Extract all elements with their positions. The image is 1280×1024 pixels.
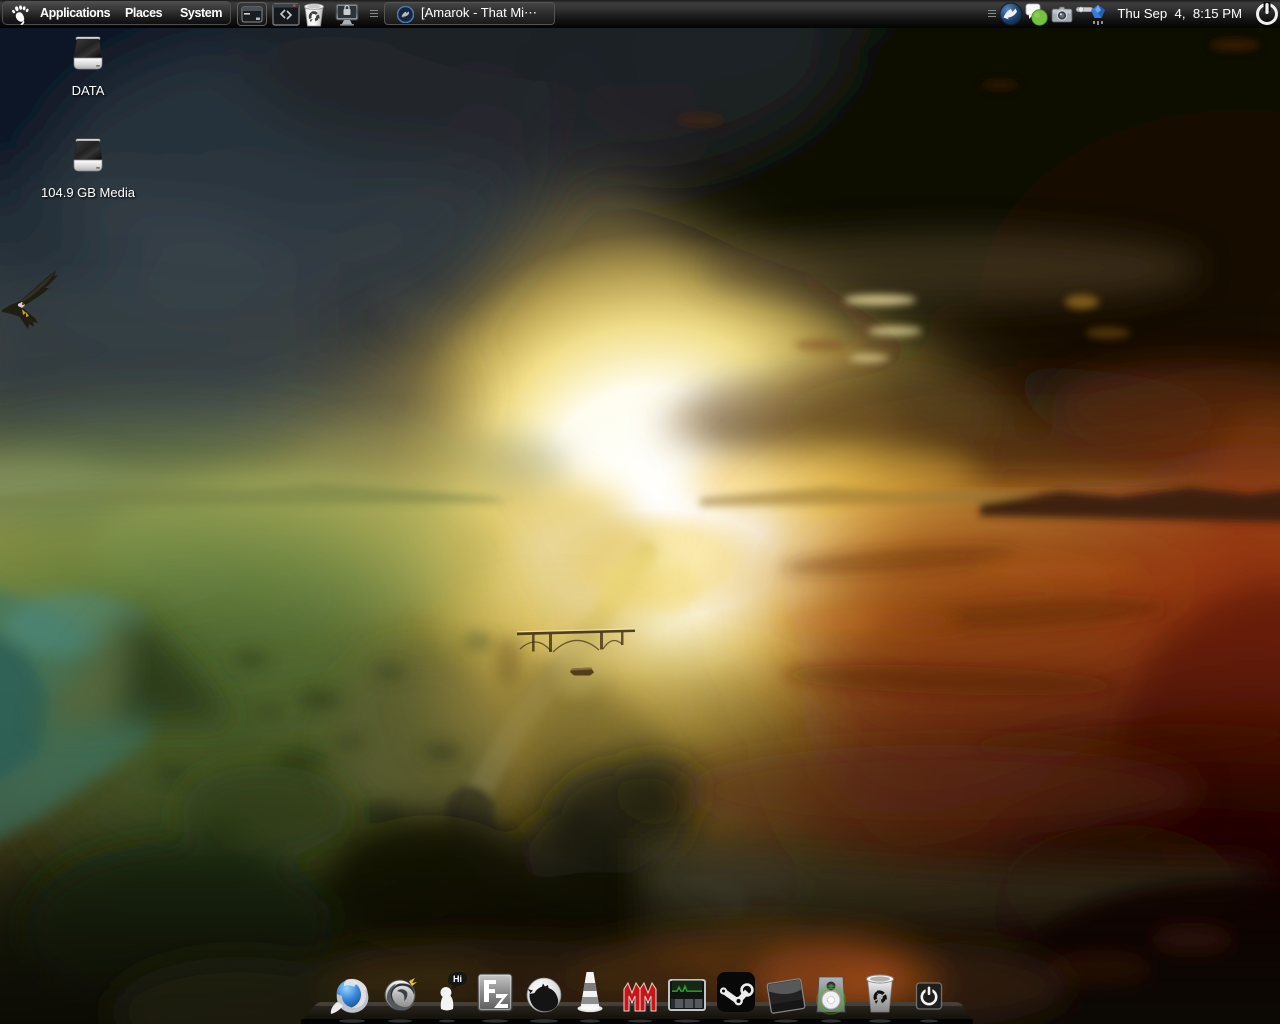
- svg-text:Hi: Hi: [453, 974, 462, 984]
